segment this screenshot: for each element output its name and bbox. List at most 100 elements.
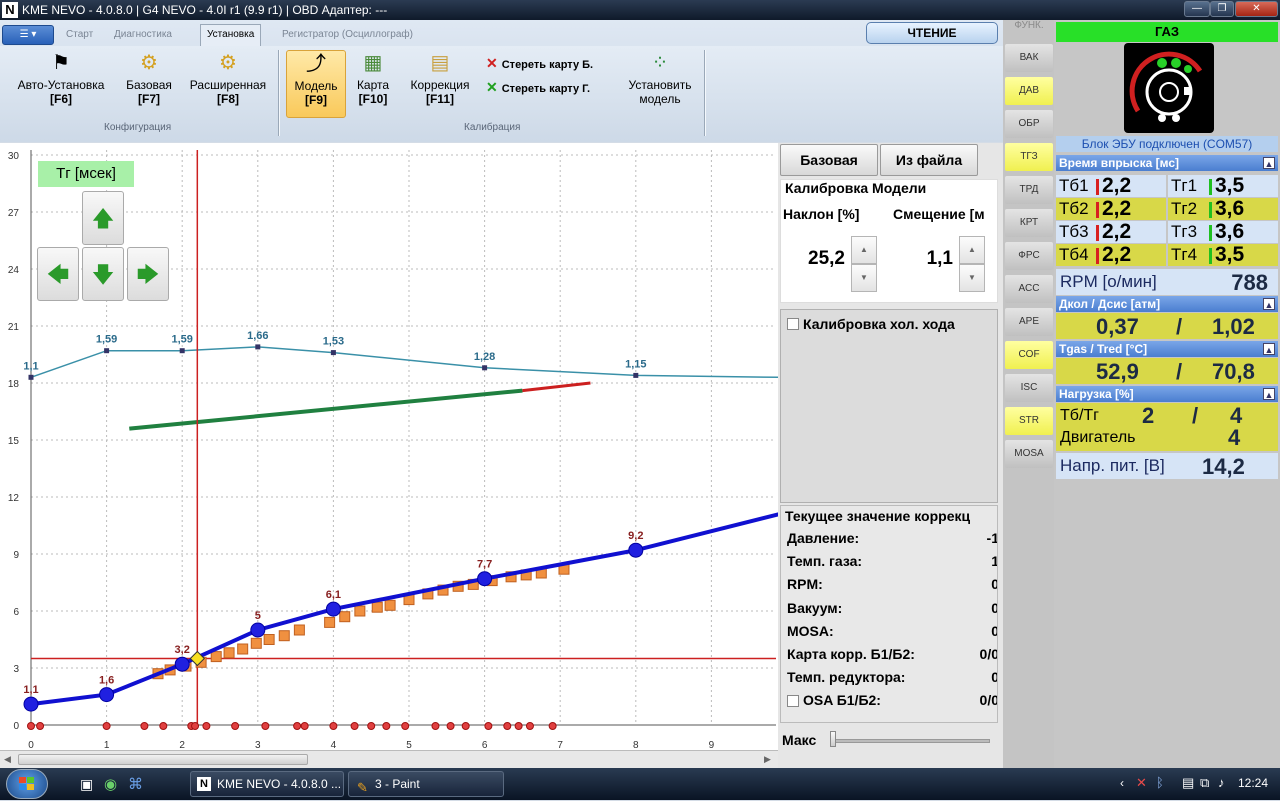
gas-bar [1209, 179, 1212, 195]
offset-up-icon[interactable]: ▲ [959, 236, 985, 264]
y-tick-label: 3 [13, 664, 19, 675]
collapse-icon[interactable]: ▲ [1263, 298, 1275, 310]
max-label: Макс [782, 732, 817, 748]
arrow-right-button[interactable]: 🡆 [127, 247, 169, 301]
scroll-left-icon[interactable]: ◀ [4, 754, 11, 765]
scroll-right-icon[interactable]: ▶ [764, 754, 771, 765]
minimize-button[interactable]: — [1184, 1, 1210, 17]
map-button[interactable]: ▦ Карта [F10] [350, 50, 396, 118]
collapse-icon[interactable]: ▲ [1263, 343, 1275, 355]
sample-dot [514, 722, 523, 730]
auto-setup-button[interactable]: ⚑ Авто-Установка [F6] [6, 50, 116, 118]
advanced-config-button[interactable]: ⚙ Расширенная [F8] [183, 50, 273, 118]
green-x-icon: ✕ [486, 79, 498, 95]
offset-down-icon[interactable]: ▼ [959, 264, 985, 292]
gear-icon: ⚙ [140, 52, 158, 74]
map-grid-icon: ▦ [363, 52, 383, 74]
arrow-up-button[interactable]: 🡅 [82, 191, 124, 245]
func-ape[interactable]: АРЕ [1005, 308, 1053, 336]
correction-button[interactable]: ▤ Коррекция [F11] [402, 50, 478, 118]
gas-point-label: 9,2 [628, 530, 643, 542]
calibration-graph[interactable]: 0 3 6 9 12 15 18 21 24 27 30 0 1 2 3 4 5 6 7 8 9 1,1 1,59 1,59 1… [0, 143, 778, 768]
scrollbar-thumb[interactable] [18, 754, 308, 765]
offset-spinner[interactable]: 1,1 ▲ ▼ [893, 230, 985, 292]
erase-map-b-button[interactable]: ✕ Стереть карту Б. [486, 56, 593, 72]
read-button[interactable]: ЧТЕНИЕ [866, 22, 998, 44]
tab-diagnostics[interactable]: Диагностика [110, 26, 176, 44]
volume-icon[interactable]: ♪ [1218, 775, 1225, 790]
arrow-down-button[interactable]: 🡇 [82, 247, 124, 301]
func-frs[interactable]: ФРС [1005, 242, 1053, 270]
func-trd[interactable]: ТРД [1005, 176, 1053, 204]
arrow-left-button[interactable]: 🡄 [37, 247, 79, 301]
gauge-icon [1129, 51, 1203, 122]
func-cof[interactable]: COF [1005, 341, 1053, 369]
close-button[interactable]: ✕ [1235, 1, 1278, 17]
collapse-icon[interactable]: ▲ [1263, 388, 1275, 400]
temperature-title: Tgas / Tred [°C] ▲ [1056, 341, 1278, 357]
x-tick-label: 4 [331, 740, 337, 750]
tray-network-icon[interactable]: ⧉ [1200, 775, 1209, 791]
func-obr[interactable]: ОБР [1005, 110, 1053, 138]
y-tick-label: 18 [8, 379, 20, 390]
collapse-icon[interactable]: ▲ [1263, 157, 1275, 169]
func-tgz[interactable]: ТГЗ [1005, 143, 1053, 171]
model-point [28, 374, 34, 380]
gas-mode-indicator[interactable]: ГАЗ [1056, 22, 1278, 42]
sample-dot [350, 722, 359, 730]
tray-app-icon[interactable]: ▤ [1182, 775, 1194, 791]
browser-icon[interactable]: ◉ [104, 775, 117, 793]
func-isc[interactable]: ISC [1005, 374, 1053, 402]
max-slider-track[interactable] [830, 739, 990, 743]
injection-petrol-cell: Тб3 2,2 [1056, 221, 1166, 243]
func-dav[interactable]: ДАВ [1005, 77, 1053, 105]
func-str[interactable]: STR [1005, 407, 1053, 435]
func-acc[interactable]: АСС [1005, 275, 1053, 303]
offset-value[interactable]: 1,1 [893, 236, 957, 282]
slope-spinner[interactable]: 25,2 ▲ ▼ [785, 230, 877, 292]
set-model-button[interactable]: ⁘ Установить модель [620, 50, 700, 118]
base-button[interactable]: Базовая [780, 144, 878, 176]
taskbar-paint[interactable]: ✎ 3 - Paint [348, 771, 504, 797]
tab-start[interactable]: Старт [62, 26, 97, 44]
horizontal-scrollbar[interactable]: ◀ ▶ [0, 750, 778, 768]
gas-point [99, 687, 115, 703]
bluetooth-icon[interactable]: ᛒ [1156, 775, 1164, 790]
basic-config-button[interactable]: ⚙ Базовая [F7] [120, 50, 178, 118]
erase-map-g-button[interactable]: ✕ Стереть карту Г. [486, 80, 590, 96]
sample-point [324, 616, 336, 628]
maximize-button[interactable]: ❐ [1210, 1, 1234, 17]
network-error-icon[interactable]: ✕ [1136, 775, 1147, 791]
tab-recorder[interactable]: Регистратор (Осциллограф) [278, 26, 417, 44]
slope-up-icon[interactable]: ▲ [851, 236, 877, 264]
func-mosa[interactable]: MOSA [1005, 440, 1053, 468]
model-button[interactable]: ⤴ Модель [F9] [286, 50, 346, 118]
max-slider-thumb[interactable] [830, 731, 836, 747]
pressure-manifold-value: 0,37 [1096, 314, 1139, 339]
sample-dot [484, 722, 493, 730]
app-launcher-icon[interactable]: ⌘ [128, 775, 143, 793]
app-menu-button[interactable]: ☰ ▾ [2, 25, 54, 45]
sample-point [354, 605, 366, 617]
correction-row: OSA Б1/Б2: 0/0 [803, 692, 998, 708]
taskbar-kme-nevo[interactable]: N KME NEVO - 4.0.8.0 ... [190, 771, 344, 797]
from-file-button[interactable]: Из файла [880, 144, 978, 176]
idle-calibration-box: Калибровка хол. хода [780, 309, 998, 503]
sample-point [371, 601, 383, 613]
func-vak[interactable]: ВАК [1005, 44, 1053, 72]
start-button[interactable] [6, 769, 48, 799]
show-desktop-icon[interactable]: ▣ [80, 776, 93, 793]
slash-separator: / [1192, 403, 1199, 428]
idle-calibration-checkbox[interactable] [787, 318, 799, 330]
slope-value[interactable]: 25,2 [785, 236, 849, 282]
slope-down-icon[interactable]: ▼ [851, 264, 877, 292]
osa-checkbox[interactable] [787, 695, 799, 707]
injection-petrol-cell: Тб1 2,2 [1056, 175, 1166, 197]
x-tick-label: 5 [406, 740, 412, 750]
tray-expand-icon[interactable]: ‹ [1120, 776, 1124, 790]
sample-point [278, 630, 290, 642]
func-krt[interactable]: КРТ [1005, 209, 1053, 237]
tab-setup[interactable]: Установка [200, 24, 262, 46]
injection-gas-cell: Тг3 3,6 [1168, 221, 1278, 243]
clock[interactable]: 12:24 [1238, 776, 1268, 790]
